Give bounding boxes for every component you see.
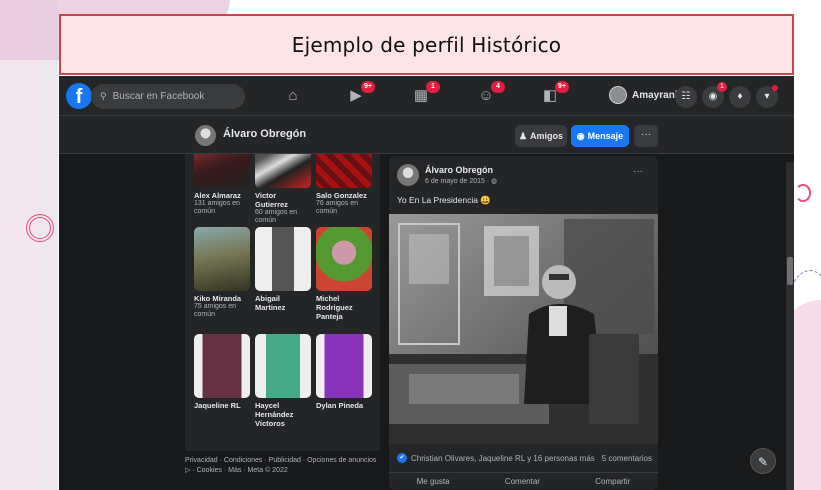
share-button[interactable]: Compartir <box>595 477 630 490</box>
scrollbar-thumb[interactable] <box>787 257 793 285</box>
marketplace-icon[interactable]: ▦ 1 <box>410 81 440 106</box>
slide-title: Ejemplo de perfil Histórico <box>291 32 562 57</box>
friend-name: Abigail Martinez <box>255 294 286 312</box>
profile-name[interactable]: Álvaro Obregón <box>223 128 306 140</box>
gaming-badge: 9+ <box>555 81 569 93</box>
friends-button[interactable]: ♟ Amigos <box>515 125 567 147</box>
message-button-label: Mensaje <box>587 131 624 141</box>
friend-name: Victor Gutierrez <box>255 191 288 209</box>
footer-links[interactable]: Privacidad · Condiciones · Publicidad · … <box>185 456 385 476</box>
account-chevron-down-icon[interactable]: ▾ <box>756 85 778 108</box>
notifications-bell-icon[interactable]: ♦ <box>729 86 751 108</box>
slide-left-strip <box>40 0 58 490</box>
watch-badge: 9+ <box>361 81 375 93</box>
like-reaction-icon: ✔ <box>397 453 407 463</box>
avatar <box>609 86 627 104</box>
friend-name: Jaqueline RL <box>194 401 241 410</box>
friends-grid: Alex Almaraz 131 amigos en común Victor … <box>185 154 380 451</box>
post-card: Álvaro Obregón 6 de mayo de 2015 · ◍ ···… <box>389 156 658 490</box>
slide-left-band <box>0 0 40 490</box>
friend-mutual: 75 amigos en común <box>194 303 237 318</box>
user-name: Amayrani <box>632 89 678 101</box>
footer-line-1[interactable]: Privacidad · Condiciones · Publicidad · … <box>185 456 385 466</box>
search-icon: ⚲ <box>100 91 107 101</box>
watch-glyph: ▶ <box>350 87 362 104</box>
friend-photo <box>194 334 250 398</box>
avatar[interactable] <box>195 125 216 146</box>
post-text: Yo En La Presidencia 😀 <box>397 195 491 205</box>
facebook-logo-icon[interactable]: f <box>66 83 92 109</box>
account-dot <box>772 85 778 91</box>
swirl-decoration-icon <box>26 214 54 242</box>
friend-photo <box>316 227 372 291</box>
comments-count[interactable]: 5 comentarios <box>602 454 652 463</box>
friend-photo <box>255 227 311 291</box>
post-photo[interactable] <box>389 214 658 444</box>
friend-card[interactable]: Dylan Pineda <box>316 334 372 410</box>
friend-photo <box>194 154 250 188</box>
messenger-badge: 1 <box>717 82 727 92</box>
groups-badge: 4 <box>491 81 505 93</box>
friend-card[interactable]: Victor Gutierrez 60 amigos en común <box>255 154 311 225</box>
friend-mutual: 60 amigos en común <box>255 209 298 224</box>
friend-card[interactable]: Jaqueline RL <box>194 334 250 410</box>
menu-grid-icon[interactable]: ☷ <box>675 86 697 108</box>
slide-title-banner: Ejemplo de perfil Histórico <box>59 14 794 75</box>
profile-shortcut[interactable]: Amayrani <box>609 86 678 104</box>
friend-photo <box>316 154 372 188</box>
friend-card[interactable]: Haycel Hernández Victoros <box>255 334 311 428</box>
friend-mutual: 76 amigos en común <box>316 200 359 215</box>
friend-photo <box>255 334 311 398</box>
friend-name: Kiko Miranda <box>194 294 242 303</box>
marketplace-badge: 1 <box>426 81 440 93</box>
messenger-icon: ◉ <box>576 130 585 141</box>
friend-photo <box>194 227 250 291</box>
historic-photo-illustration <box>389 214 658 444</box>
post-date[interactable]: 6 de mayo de 2015 · ◍ <box>425 177 497 185</box>
gaming-icon[interactable]: ◧ 9+ <box>539 81 569 106</box>
person-icon: ♟ <box>518 130 528 141</box>
home-glyph: ⌂ <box>288 87 298 104</box>
post-author[interactable]: Álvaro Obregón <box>425 165 493 175</box>
comment-button[interactable]: Comentar <box>505 477 540 490</box>
messenger-icon[interactable]: ◉ 1 <box>702 82 727 108</box>
friend-photo <box>316 334 372 398</box>
friend-mutual: 131 amigos en común <box>194 200 240 215</box>
new-message-edit-icon[interactable]: ✎ <box>750 448 776 474</box>
profile-header-bar: Álvaro Obregón ♟ Amigos ◉ Mensaje ··· <box>59 116 794 154</box>
post-reactions[interactable]: ✔ Christian Olivares, Jaqueline RL y 16 … <box>397 453 652 463</box>
post-more-icon[interactable]: ··· <box>633 166 643 177</box>
search-input[interactable] <box>112 91 233 102</box>
friend-photo <box>255 154 311 188</box>
friend-name: Michel Rodriguez Panteja <box>316 294 353 321</box>
search-box[interactable]: ⚲ <box>91 84 245 109</box>
friend-card[interactable]: Michel Rodriguez Panteja <box>316 227 372 321</box>
friends-button-label: Amigos <box>530 131 564 141</box>
post-actions: Me gusta Comentar Compartir <box>389 472 658 490</box>
home-icon[interactable]: ⌂ <box>282 86 304 106</box>
facebook-top-bar: f ⚲ ⌂ ▶ 9+ ▦ 1 ☺ 4 ◧ 9+ Amayrani ☷ ◉ <box>59 76 794 116</box>
friend-name: Haycel Hernández Victoros <box>255 401 294 428</box>
groups-icon[interactable]: ☺ 4 <box>475 81 505 106</box>
friend-name: Dylan Pineda <box>316 401 364 410</box>
reactions-text[interactable]: Christian Olivares, Jaqueline RL y 16 pe… <box>411 454 595 463</box>
friend-name: Alex Almaraz <box>194 191 241 200</box>
friend-card[interactable]: Kiko Miranda 75 amigos en común <box>194 227 250 319</box>
page-scrollbar[interactable] <box>786 162 794 490</box>
friend-name: Salo Gonzalez <box>316 191 367 200</box>
message-button[interactable]: ◉ Mensaje <box>571 125 629 147</box>
footer-line-2[interactable]: ▷ · Cookies · Más · Meta © 2022 <box>185 466 385 476</box>
spiral-decoration-icon <box>795 184 811 202</box>
avatar[interactable] <box>397 164 419 186</box>
friend-card[interactable]: Salo Gonzalez 76 amigos en común <box>316 154 372 216</box>
friend-card[interactable]: Abigail Martinez <box>255 227 311 312</box>
more-options-button[interactable]: ··· <box>634 125 658 147</box>
watch-icon[interactable]: ▶ 9+ <box>345 81 375 106</box>
friend-card[interactable]: Alex Almaraz 131 amigos en común <box>194 154 250 216</box>
like-button[interactable]: Me gusta <box>417 477 450 490</box>
facebook-screenshot: f ⚲ ⌂ ▶ 9+ ▦ 1 ☺ 4 ◧ 9+ Amayrani ☷ ◉ <box>59 76 794 490</box>
